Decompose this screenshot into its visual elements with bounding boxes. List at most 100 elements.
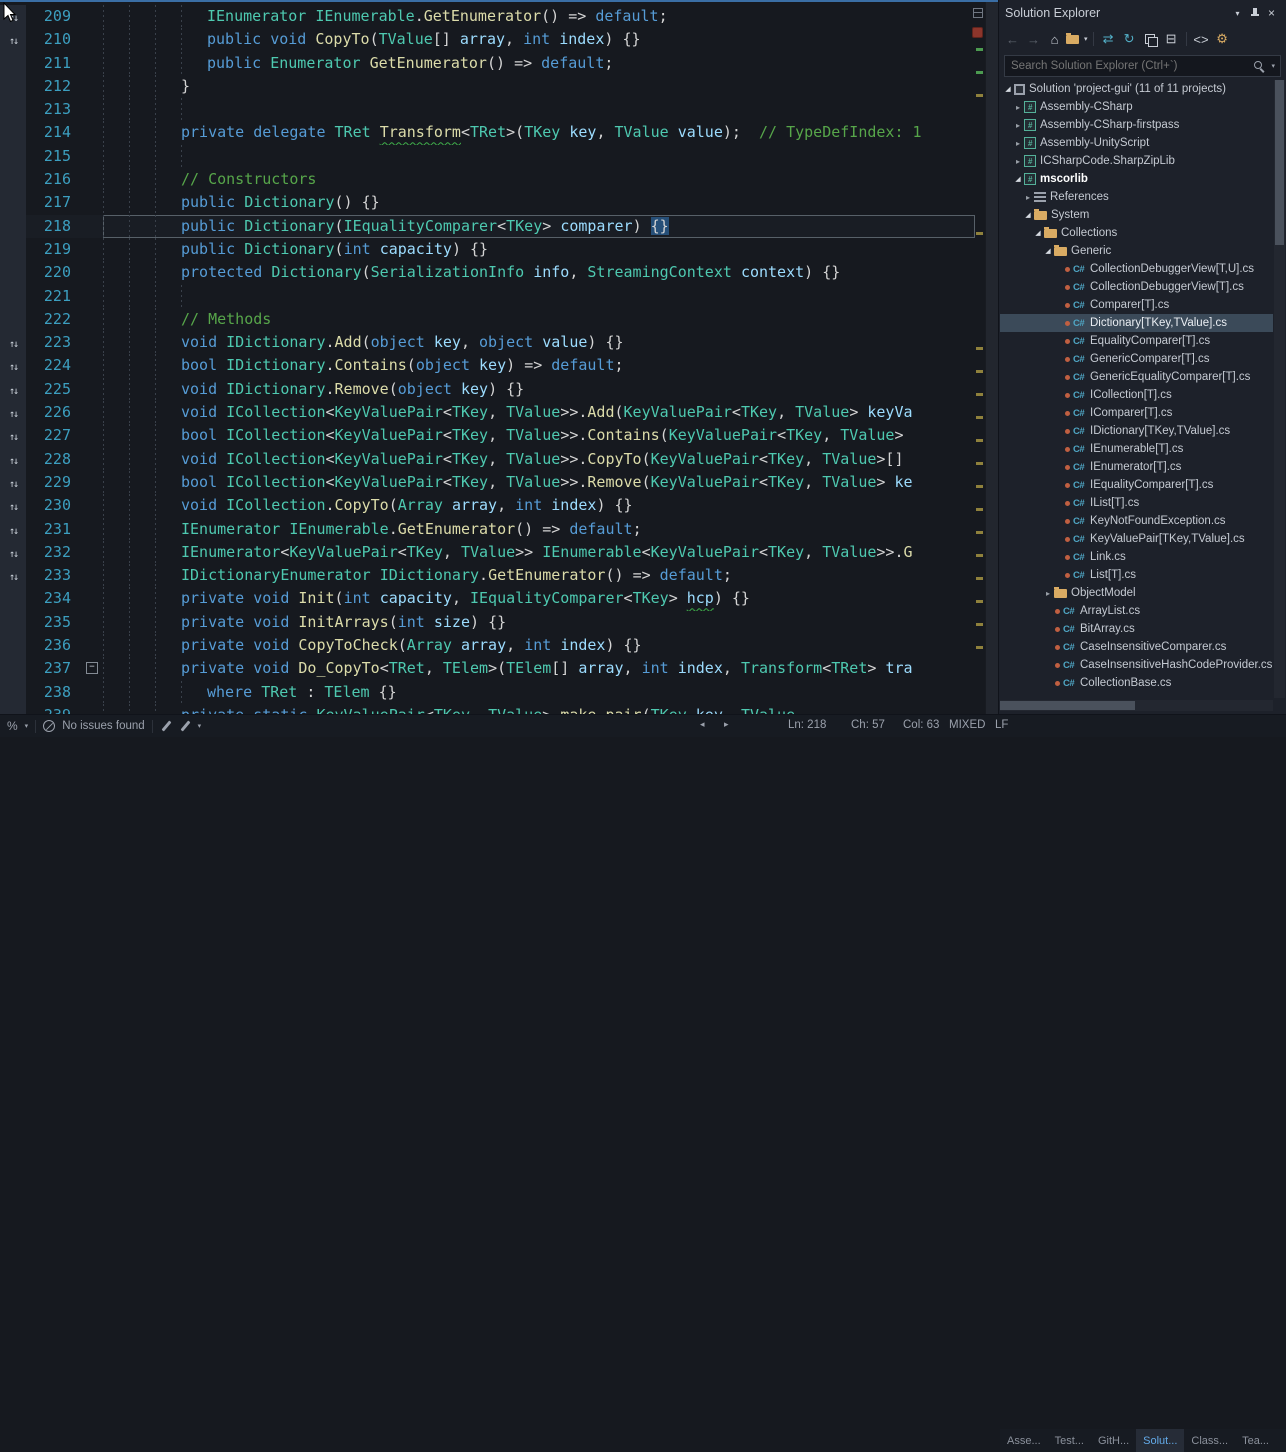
tree-item[interactable]: C#EqualityComparer[T].cs [1000,332,1273,350]
pen-icon[interactable] [160,720,172,733]
tree-item[interactable]: C#CollectionDebuggerView[T].cs [1000,278,1273,296]
tree-item[interactable]: C#IList[T].cs [1000,494,1273,512]
code-line[interactable]: 218public Dictionary(IEqualityComparer<T… [0,215,975,238]
fold-margin-cell[interactable] [84,52,103,75]
code-line[interactable]: 222// Methods [0,308,975,331]
view-code-icon[interactable]: <> [1192,29,1211,49]
fold-margin-cell[interactable] [84,704,103,714]
line-number[interactable]: 213 [26,98,84,121]
tree-item[interactable]: ▸ICSharpCode.SharpZipLib [1000,152,1273,170]
navigate-forward-icon[interactable]: → [1024,29,1043,49]
glyph-margin-cell[interactable]: ↑↓ [0,378,26,401]
fold-margin-cell[interactable] [84,145,103,168]
code-line[interactable]: ↑↓223void IDictionary.Add(object key, ob… [0,331,975,354]
fold-margin-cell[interactable] [84,587,103,610]
tree-item[interactable]: ◢Collections [1000,224,1273,242]
line-number[interactable]: 233 [26,564,84,587]
zoom-caret-icon[interactable]: ▾ [25,722,29,730]
glyph-margin-cell[interactable]: ↑↓ [0,424,26,447]
code-line[interactable]: 220protected Dictionary(SerializationInf… [0,261,975,284]
panel-tab-gith[interactable]: GitH... [1091,1429,1136,1452]
panel-tab-tea[interactable]: Tea... [1235,1429,1276,1452]
fold-margin-cell[interactable] [84,285,103,308]
line-number[interactable]: 209 [26,5,84,28]
glyph-margin-cell[interactable] [0,681,26,704]
tree-item[interactable]: C#ArrayList.cs [1000,602,1273,620]
glyph-margin-cell[interactable] [0,704,26,714]
glyph-margin-cell[interactable]: ↑↓ [0,471,26,494]
fold-collapse-icon[interactable]: − [86,662,98,674]
glyph-margin-cell[interactable] [0,191,26,214]
fold-margin-cell[interactable] [84,28,103,51]
close-icon[interactable]: × [1263,5,1280,22]
glyph-margin-cell[interactable] [0,657,26,680]
line-number[interactable]: 230 [26,494,84,517]
fold-margin-cell[interactable] [84,331,103,354]
tree-item[interactable]: C#KeyNotFoundException.cs [1000,512,1273,530]
tree-item[interactable]: ◢Generic [1000,242,1273,260]
code-line[interactable]: 214private delegate TRet Transform<TRet>… [0,121,975,144]
panel-tab-class[interactable]: Class... [1184,1429,1235,1452]
line-number[interactable]: 222 [26,308,84,331]
editor-vertical-scrollbar[interactable] [985,2,998,714]
search-box[interactable]: ▾ [1004,55,1281,77]
line-number[interactable]: 220 [26,261,84,284]
line-number[interactable]: 216 [26,168,84,191]
line-number[interactable]: 218 [26,215,84,238]
fold-margin-cell[interactable] [84,5,103,28]
tree-item[interactable]: C#IDictionary[TKey,TValue].cs [1000,422,1273,440]
search-input[interactable] [1005,60,1253,72]
tree-item[interactable]: ◢Solution 'project-gui' (11 of 11 projec… [1000,80,1273,98]
code-line[interactable]: ↑↓231IEnumerator IEnumerable.GetEnumerat… [0,518,975,541]
panel-tab-asse[interactable]: Asse... [1000,1429,1048,1452]
fold-margin-cell[interactable]: − [84,657,103,680]
fold-margin-cell[interactable] [84,518,103,541]
code-line[interactable]: 211public Enumerator GetEnumerator() => … [0,52,975,75]
line-number[interactable]: 224 [26,354,84,377]
glyph-margin-cell[interactable] [0,75,26,98]
code-line[interactable]: 216// Constructors [0,168,975,191]
line-number[interactable]: 210 [26,28,84,51]
tree-item[interactable]: C#GenericEqualityComparer[T].cs [1000,368,1273,386]
fold-margin-cell[interactable] [84,215,103,238]
search-options-caret-icon[interactable]: ▾ [1271,62,1275,70]
glyph-margin-cell[interactable] [0,308,26,331]
code-line[interactable]: ↑↓233IDictionaryEnumerator IDictionary.G… [0,564,975,587]
line-number[interactable]: 223 [26,331,84,354]
fold-margin-cell[interactable] [84,75,103,98]
scrollbar-thumb[interactable] [1000,701,1135,710]
zoom-control[interactable]: % [7,719,18,733]
tree-item[interactable]: C#Link.cs [1000,548,1273,566]
code-line[interactable]: 237−private void Do_CopyTo<TRet, TElem>(… [0,657,975,680]
tree-item[interactable]: C#GenericComparer[T].cs [1000,350,1273,368]
fold-margin-cell[interactable] [84,424,103,447]
tree-item[interactable]: C#BitArray.cs [1000,620,1273,638]
tree-item[interactable]: C#IEnumerable[T].cs [1000,440,1273,458]
code-line[interactable]: ↑↓229bool ICollection<KeyValuePair<TKey,… [0,471,975,494]
glyph-margin-cell[interactable] [0,261,26,284]
tree-item[interactable]: C#Dictionary[TKey,TValue].cs [1000,314,1273,332]
overview-ruler[interactable] [975,2,985,714]
fold-margin-cell[interactable] [84,401,103,424]
code-editor[interactable]: ↑↓209IEnumerator IEnumerable.GetEnumerat… [0,0,998,714]
home-icon[interactable]: ⌂ [1045,29,1064,49]
properties-icon[interactable]: ⚙ [1213,29,1232,49]
se-vertical-scrollbar[interactable] [1274,80,1285,698]
code-line[interactable]: ↑↓226void ICollection<KeyValuePair<TKey,… [0,401,975,424]
code-line[interactable]: 219public Dictionary(int capacity) {} [0,238,975,261]
chevron-down-icon[interactable]: ▾ [1229,5,1246,22]
code-area[interactable]: ↑↓209IEnumerator IEnumerable.GetEnumerat… [0,5,975,714]
code-line[interactable]: ↑↓230void ICollection.CopyTo(Array array… [0,494,975,517]
glyph-margin-cell[interactable] [0,611,26,634]
sync-with-active-document-icon[interactable]: ⇄ [1099,29,1118,49]
glyph-margin-cell[interactable]: ↑↓ [0,494,26,517]
fold-margin-cell[interactable] [84,168,103,191]
line-number[interactable]: 228 [26,448,84,471]
navigate-back-icon[interactable]: ← [1003,29,1022,49]
glyph-margin-cell[interactable]: ↑↓ [0,448,26,471]
code-line[interactable]: ↑↓209IEnumerator IEnumerable.GetEnumerat… [0,5,975,28]
glyph-margin-cell[interactable] [0,145,26,168]
fold-margin-cell[interactable] [84,494,103,517]
tree-item[interactable]: ▸Assembly-CSharp-firstpass [1000,116,1273,134]
line-number[interactable]: 221 [26,285,84,308]
